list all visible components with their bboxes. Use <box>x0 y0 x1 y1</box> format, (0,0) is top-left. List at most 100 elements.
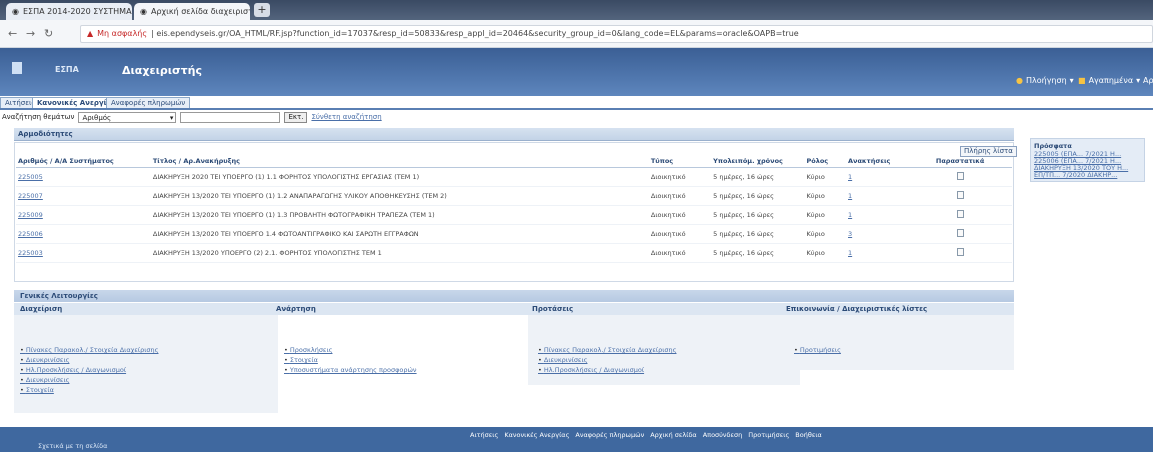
proposals-link[interactable]: Ηλ.Προσκλήσεις / Διαγωνισμοί <box>536 365 677 375</box>
url-warning-label: Μη ασφαλής <box>97 29 148 38</box>
row-title: ΔΙΑΚΗΡΥΞΗ 13/2020 ΤΕΙ ΥΠΟΕΡΓΟ 1.4 ΦΩΤΟΑΝ… <box>150 224 649 244</box>
site-favicon-icon: ◉ <box>12 7 19 16</box>
proposals-link[interactable]: Πίνακες Παρακολ./ Στοιχεία Διαχείρισης <box>536 345 677 355</box>
recent-item-link[interactable]: 225006 (ΕΠΑ... 7/2021 Η... <box>1034 158 1141 165</box>
app-tabs: Αιτήσεις Κανονικές Ανεργίας Αναφορές πλη… <box>0 96 1153 108</box>
table-header-row: Αριθμός / Α/Α Συστήματος Τίτλος / Αρ.Ανα… <box>16 155 1012 168</box>
posting-links: Προσκλήσεις Στοιχεία Υποσυστήματα ανάρτη… <box>282 345 417 375</box>
recent-item-link[interactable]: 225005 (ΕΠΑ... 7/2021 Η... <box>1034 151 1141 158</box>
site-favicon-icon: ◉ <box>140 7 147 16</box>
row-id-link[interactable]: 225006 <box>18 230 43 238</box>
posting-link[interactable]: Υποσυστήματα ανάρτησης προσφορών <box>282 365 417 375</box>
row-count-link[interactable]: 1 <box>848 249 852 257</box>
footer-links: Αιτήσεις Κανονικές Ανεργίας Αναφορές πλη… <box>470 431 822 439</box>
advanced-search-link[interactable]: Σύνθετη αναζήτηση <box>311 113 381 121</box>
communication-link[interactable]: Προτιμήσεις <box>792 345 841 355</box>
search-field-select[interactable]: Αριθμός <box>78 111 177 123</box>
row-role: Κύριο <box>804 243 846 263</box>
posting-link[interactable]: Στοιχεία <box>282 355 417 365</box>
col-header[interactable]: Υπολειπόμ. χρόνος <box>711 155 805 168</box>
col-header[interactable]: Τύπος <box>648 155 712 168</box>
footer-link[interactable]: Προτιμήσεις <box>748 431 789 439</box>
app-brand: ΕΣΠΑ <box>55 65 79 74</box>
row-title: ΔΙΑΚΗΡΥΞΗ 13/2020 ΤΕΙ ΥΠΟΕΡΓΟ (1) 1.2 ΑΝ… <box>150 186 649 206</box>
management-links: Πίνακες Παρακολ./ Στοιχεία Διαχείρισης Δ… <box>18 345 159 395</box>
col-header[interactable]: Ανακτήσεις <box>846 155 909 168</box>
communication-links: Προτιμήσεις <box>792 345 841 355</box>
row-role: Κύριο <box>804 186 846 206</box>
row-time: 5 ημέρες, 16 ώρες <box>711 224 805 244</box>
document-icon[interactable] <box>956 247 964 256</box>
row-time: 5 ημέρες, 16 ώρες <box>711 205 805 225</box>
row-id-link[interactable]: 225009 <box>18 211 43 219</box>
row-count-link[interactable]: 1 <box>848 192 852 200</box>
footer-link[interactable]: Βοήθεια <box>795 431 822 439</box>
row-time: 5 ημέρες, 16 ώρες <box>711 243 805 263</box>
document-icon[interactable] <box>956 190 964 199</box>
header-link[interactable]: Αρ <box>1143 76 1153 85</box>
url-input[interactable]: ▲ Μη ασφαλής | eis.ependyseis.gr/OA_HTML/R… <box>80 25 1153 43</box>
go-button[interactable]: Εκτ. <box>284 111 308 123</box>
document-icon[interactable] <box>956 228 964 237</box>
recent-items-header: Πρόσφατα <box>1034 142 1072 150</box>
document-icon[interactable] <box>956 209 964 218</box>
reload-icon[interactable]: ↻ <box>44 27 53 40</box>
page-footer: Αιτήσεις Κανονικές Ανεργίας Αναφορές πλη… <box>0 427 1153 452</box>
browser-tab-label: ΕΣΠΑ 2014-2020 ΣΥΣΤΗΜΑ <box>22 7 132 16</box>
row-id-link[interactable]: 225007 <box>18 192 43 200</box>
chevron-down-icon: ▾ <box>1069 76 1074 85</box>
general-section-header-bar <box>14 290 1014 302</box>
recent-item-link[interactable]: ΕΠ/ΤΠ... 7/2020 ΔΙΑΚΗΡ... <box>1034 172 1141 179</box>
management-link[interactable]: Στοιχεία <box>18 385 159 395</box>
management-link[interactable]: Διευκρινίσεις <box>18 355 159 365</box>
proposals-link[interactable]: Διευκρινίσεις <box>536 355 677 365</box>
management-link[interactable]: Πίνακες Παρακολ./ Στοιχεία Διαχείρισης <box>18 345 159 355</box>
search-input[interactable] <box>180 111 281 123</box>
recent-item-link[interactable]: ΔΙΑΚΗΡΥΞΗ 13/2020 ΤΟΥ Η... <box>1034 165 1141 172</box>
navigator-label: Πλοήγηση <box>1025 76 1067 85</box>
column-heading-communication: Επικοινωνία / Διαχειριστικές λίστες <box>786 305 928 313</box>
favorites-menu[interactable]: ■ Αγαπημένα ▾ <box>1078 76 1140 85</box>
col-header[interactable]: Ρόλος <box>804 155 846 168</box>
col-header[interactable]: Αριθμός / Α/Α Συστήματος <box>16 155 151 168</box>
row-count-link[interactable]: 1 <box>848 173 852 181</box>
table-row: 225009 ΔΙΑΚΗΡΥΞΗ 13/2020 ΤΕΙ ΥΠΟΕΡΓΟ (1)… <box>16 205 1012 225</box>
column-background <box>784 315 1014 370</box>
table-row: 225003 ΔΙΑΚΗΡΥΞΗ 13/2020 ΥΠΟΕΡΓΟ (2) 2.1… <box>16 243 1012 263</box>
footer-link[interactable]: Αποσύνδεση <box>703 431 743 439</box>
row-type: Διοικητικό <box>648 224 712 244</box>
posting-link[interactable]: Προσκλήσεις <box>282 345 417 355</box>
navigator-menu[interactable]: ● Πλοήγηση ▾ <box>1016 76 1074 85</box>
footer-link[interactable]: Αρχική σελίδα <box>650 431 696 439</box>
row-id-link[interactable]: 225003 <box>18 249 43 257</box>
footer-link[interactable]: Κανονικές Ανεργίας <box>504 431 569 439</box>
management-link[interactable]: Ηλ.Προσκλήσεις / Διαγωνισμοί <box>18 365 159 375</box>
warning-icon: ▲ <box>87 29 94 38</box>
footer-link[interactable]: Αναφορές πληρωμών <box>575 431 644 439</box>
app-logo-icon <box>12 62 22 74</box>
col-header[interactable]: Τίτλος / Αρ.Ανακήρυξης <box>150 155 649 168</box>
row-type: Διοικητικό <box>648 243 712 263</box>
row-count-link[interactable]: 3 <box>848 230 852 238</box>
document-icon[interactable] <box>956 171 964 180</box>
notifications-table: Αριθμός / Α/Α Συστήματος Τίτλος / Αρ.Ανα… <box>16 155 1012 263</box>
new-tab-button[interactable]: + <box>254 3 270 17</box>
col-header[interactable]: Παραστατικά <box>908 155 1012 168</box>
management-link[interactable]: Διευκρινίσεις <box>18 375 159 385</box>
row-count-link[interactable]: 1 <box>848 211 852 219</box>
recent-items-box: Πρόσφατα 225005 (ΕΠΑ... 7/2021 Η... 2250… <box>1030 138 1145 182</box>
about-page-link[interactable]: Σχετικά με τη σελίδα <box>38 442 107 450</box>
row-id-link[interactable]: 225005 <box>18 173 43 181</box>
footer-link[interactable]: Αιτήσεις <box>470 431 498 439</box>
browser-tab-1[interactable]: ◉ ΕΣΠΑ 2014-2020 ΣΥΣΤΗΜΑ ✕ <box>6 3 132 20</box>
favorites-label: Αγαπημένα <box>1088 76 1134 85</box>
tab-payment-reports[interactable]: Αναφορές πληρωμών <box>106 97 191 108</box>
row-title: ΔΙΑΚΗΡΥΞΗ 2020 ΤΕΙ ΥΠΟΕΡΓΟ (1) 1.1 ΦΟΡΗΤ… <box>150 167 649 187</box>
forward-icon[interactable]: → <box>26 27 35 40</box>
browser-tab-2[interactable]: ◉ Αρχική σελίδα διαχειριστή ✕ <box>134 3 250 20</box>
favorites-icon: ■ <box>1078 76 1086 85</box>
table-row: 225007 ΔΙΑΚΗΡΥΞΗ 13/2020 ΤΕΙ ΥΠΟΕΡΓΟ (1)… <box>16 186 1012 206</box>
back-icon[interactable]: ← <box>8 27 17 40</box>
row-role: Κύριο <box>804 224 846 244</box>
row-time: 5 ημέρες, 16 ώρες <box>711 167 805 187</box>
